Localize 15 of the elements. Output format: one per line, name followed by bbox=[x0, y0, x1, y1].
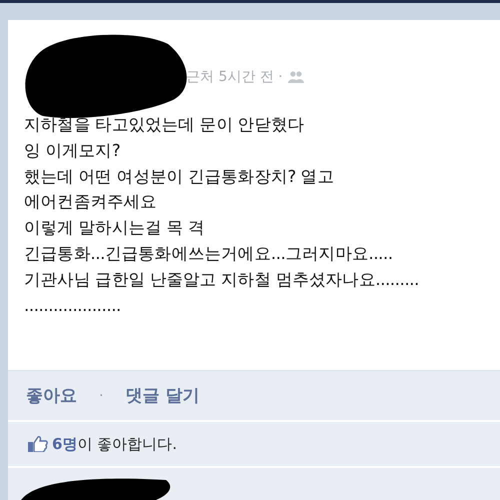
post-text-line: 기관사님 급한일 난줄알고 지하철 멈추셨자나요......... bbox=[24, 268, 420, 291]
action-link[interactable]: 좋아요 bbox=[26, 384, 77, 407]
post-text-line: 했는데 어떤 여성분이 긴급통화장치? 열고 bbox=[24, 166, 335, 188]
post-meta: 근처 5시간 전 · bbox=[186, 68, 283, 86]
post-text-line: 지하철을 타고있었는데 문이 안닫혔다 bbox=[24, 114, 306, 136]
friends-icon bbox=[288, 71, 304, 83]
post-text-line: 에어컨좀켜주세요 bbox=[24, 191, 158, 214]
post-text-line: 이렇게 말하시는걸 목 격 bbox=[24, 217, 206, 240]
post-text-line: .................... bbox=[24, 294, 122, 317]
post-text-line: 긴급통화...긴급통화에쓰는거에요...그러지마요..... bbox=[24, 242, 394, 265]
action-link[interactable]: 댓글 달기 bbox=[125, 384, 200, 407]
likes-summary: 6명이 좋아합니다. bbox=[52, 434, 177, 454]
post-text-line: 잉 이게모지? bbox=[24, 140, 122, 162]
thumbs-up-icon bbox=[28, 436, 48, 452]
separator-dot: · bbox=[99, 388, 104, 404]
